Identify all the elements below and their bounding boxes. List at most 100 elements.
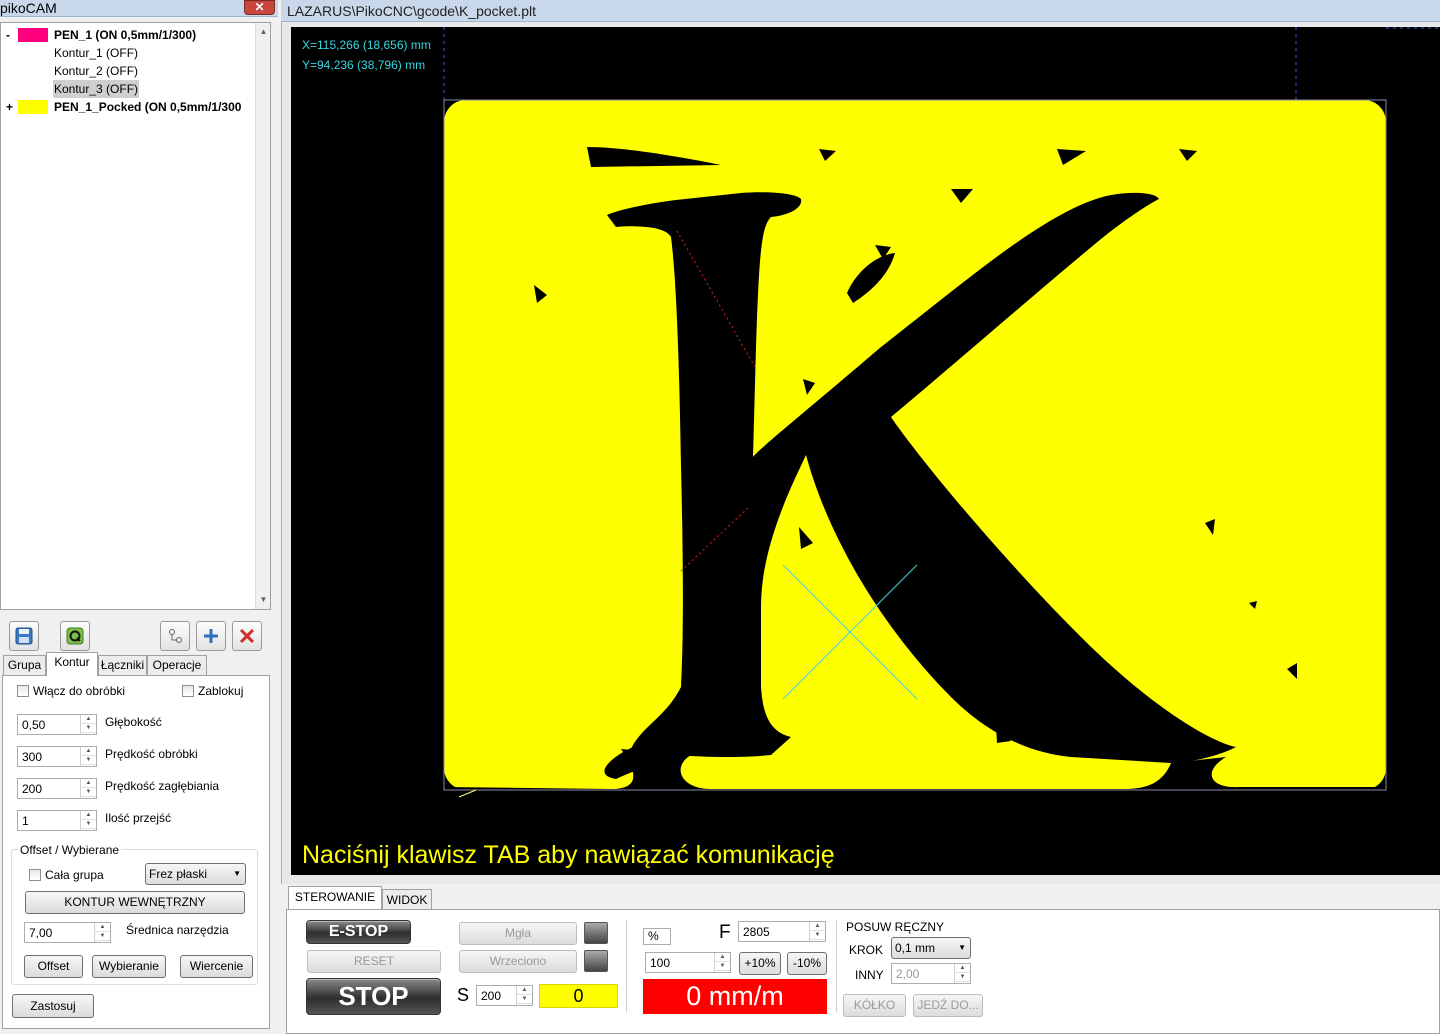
feed-spinner[interactable]: 2805 ▲ ▼ [738,921,826,942]
lock-label: Zablokuj [198,684,244,698]
handwheel-button[interactable]: KÓŁKO [843,994,906,1017]
tree-expander-pen2[interactable]: + [6,98,16,116]
tool-type-select[interactable]: Frez płaski ▼ [145,863,246,885]
tab-grupa[interactable]: Grupa [3,655,46,675]
delete-button[interactable] [232,621,262,651]
passes-spinner[interactable]: 1 ▲ ▼ [17,810,97,831]
plunge-speed-spinner[interactable]: 200 ▲ ▼ [17,778,97,799]
tab-sterowanie[interactable]: STEROWANIE [288,886,382,910]
reset-button[interactable]: RESET [307,950,441,973]
depth-spinner[interactable]: 0,50 ▲ ▼ [17,714,97,735]
whole-group-checkbox[interactable] [29,869,41,881]
offset-button[interactable]: Offset [24,955,83,978]
goto-button[interactable]: JEDŹ DO... [913,994,983,1017]
chevron-down-icon: ▼ [958,943,966,952]
save-icon [15,627,33,645]
spin-down-icon[interactable]: ▼ [95,932,110,941]
spin-down-icon[interactable]: ▼ [517,995,532,1004]
enable-machining-checkbox[interactable] [17,685,29,697]
cnc-canvas[interactable]: X=115,266 (18,656) mm Y=94,236 (38,796) … [291,27,1440,875]
spin-down-icon[interactable]: ▼ [715,962,730,971]
spin-up-icon[interactable]: ▲ [955,964,970,973]
tab-laczniki[interactable]: Łączniki [98,655,147,675]
scroll-down-icon[interactable]: ▼ [256,593,271,607]
tab-kontur[interactable]: Kontur [46,652,98,676]
spin-down-icon[interactable]: ▼ [81,756,96,765]
step-select[interactable]: 0,1 mm ▼ [891,937,971,959]
apply-button[interactable]: Zastosuj [12,994,94,1018]
tree-item-pen1[interactable]: PEN_1 (ON 0,5mm/1/300) [54,26,196,44]
spin-down-icon[interactable]: ▼ [81,820,96,829]
spin-up-icon[interactable]: ▲ [517,986,532,995]
tool-diameter-label: Średnica narzędzia [126,923,229,937]
speed-value: 300 [22,750,43,764]
spin-up-icon[interactable]: ▲ [95,923,110,932]
mist-button[interactable]: Mgła [459,922,577,945]
inner-contour-button[interactable]: KONTUR WEWNĘTRZNY [25,891,245,914]
tab-operacje[interactable]: Operacje [147,655,207,675]
close-button[interactable]: ✕ [244,0,275,15]
offset-group-label: Offset / Wybierane [18,843,122,857]
add-button[interactable] [196,621,226,651]
enable-machining-label: Włącz do obróbki [33,684,126,698]
feed-override-spinner[interactable]: 100 ▲ ▼ [645,952,731,973]
tab-widok[interactable]: WIDOK [382,889,432,910]
tree-item-pen1-pocked[interactable]: PEN_1_Pocked (ON 0,5mm/1/300 [54,98,256,116]
spindle-speed-value: 200 [481,989,502,1003]
speed-spinner[interactable]: 300 ▲ ▼ [17,746,97,767]
plus10-button[interactable]: +10% [739,952,781,975]
pen-color-swatch [18,28,48,42]
spin-down-icon[interactable]: ▼ [81,788,96,797]
quick-view-icon [66,627,84,645]
spin-down-icon[interactable]: ▼ [810,931,825,940]
depth-value: 0,50 [22,718,46,732]
spin-up-icon[interactable]: ▲ [715,953,730,962]
spindle-speed-display: 0 [539,984,618,1008]
tree-scrollbar[interactable]: ▲ ▼ [255,23,270,609]
save-button[interactable] [9,621,39,651]
tree-expander-pen1[interactable]: - [6,26,16,44]
percent-label: % [643,928,671,945]
scroll-up-icon[interactable]: ▲ [256,25,271,39]
quick-view-button[interactable] [60,621,90,651]
separator [626,920,627,1012]
separator [836,920,837,1012]
feed-display: 0 mm/m [643,979,827,1014]
other-step-spinner[interactable]: 2,00 ▲ ▼ [891,963,971,984]
tree-item-kontur-3[interactable]: Kontur_3 (OFF) [53,80,140,98]
step-label: KROK [849,943,884,957]
depth-label: Głębokość [105,715,162,729]
coordinate-x: X=115,266 (18,656) mm [302,38,431,52]
plunge-speed-value: 200 [22,782,43,796]
step-value: 0,1 mm [895,941,936,955]
spin-up-icon[interactable]: ▲ [81,715,96,724]
connect-button[interactable] [160,621,190,651]
stop-button[interactable]: STOP [306,978,441,1015]
estop-button[interactable]: E-STOP [306,920,411,944]
feed-label: F [719,922,731,943]
drill-button[interactable]: Wiercenie [180,955,253,978]
pocket-area [444,100,1386,790]
tree-item-kontur-1[interactable]: Kontur_1 (OFF) [54,44,138,62]
spindle-button[interactable]: Wrzeciono [459,950,577,973]
spindle-speed-spinner[interactable]: 200 ▲ ▼ [476,985,533,1006]
minus10-button[interactable]: -10% [787,952,827,975]
spin-down-icon[interactable]: ▼ [81,724,96,733]
spin-up-icon[interactable]: ▲ [81,811,96,820]
spin-up-icon[interactable]: ▲ [81,747,96,756]
tree-item-kontur-2[interactable]: Kontur_2 (OFF) [54,62,138,80]
pen-color-swatch [18,100,48,114]
pocket-button[interactable]: Wybieranie [92,955,166,978]
add-icon [204,629,218,643]
spin-up-icon[interactable]: ▲ [81,779,96,788]
spin-up-icon[interactable]: ▲ [810,922,825,931]
layer-tree[interactable]: - PEN_1 (ON 0,5mm/1/300) Kontur_1 (OFF) … [0,22,271,610]
feed-override-value: 100 [650,956,671,970]
lock-checkbox[interactable] [182,685,194,697]
spin-down-icon[interactable]: ▼ [955,973,970,982]
coordinate-y: Y=94,236 (38,796) mm [302,58,426,72]
tool-diameter-spinner[interactable]: 7,00 ▲ ▼ [24,922,111,943]
speed-label: Prędkość obróbki [105,747,198,761]
spindle-speed-label: S [457,985,470,1005]
toolpath-view[interactable] [291,27,1440,875]
